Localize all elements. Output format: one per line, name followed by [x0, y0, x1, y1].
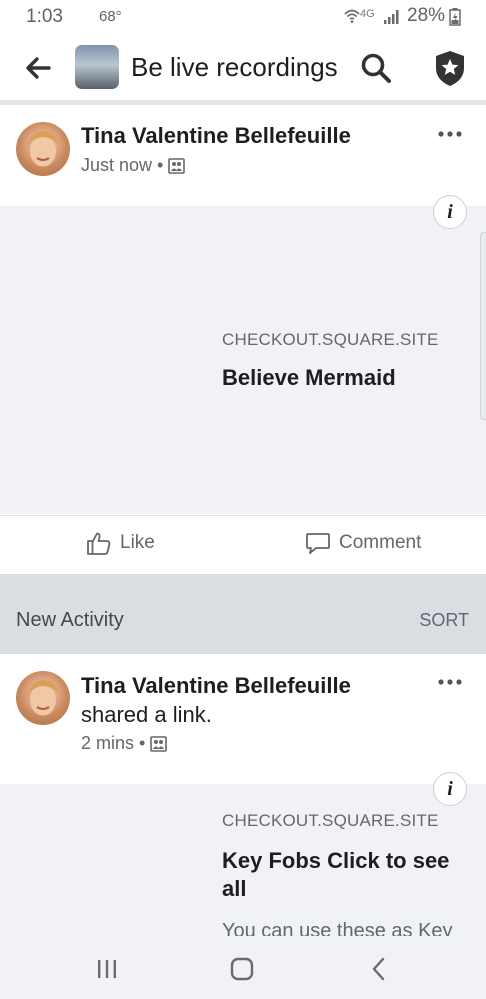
wifi-icon [344, 9, 360, 23]
group-avatar[interactable] [75, 45, 119, 89]
meta-separator: • [157, 155, 164, 175]
more-options-icon[interactable] [432, 124, 468, 144]
group-audience-icon [168, 157, 186, 174]
status-time: 1:03 [26, 6, 63, 27]
link-domain: CHECKOUT.SQUARE.SITE [222, 811, 439, 830]
new-activity-bar: New Activity SORT [0, 574, 486, 654]
shield-star-icon[interactable] [432, 48, 468, 88]
page-title: Be live recordings [131, 52, 338, 82]
comment-label: Comment [339, 532, 422, 553]
scroll-handle[interactable] [480, 232, 486, 420]
info-icon[interactable]: i [433, 772, 467, 806]
status-bar: 1:03 68° 4G 28% [0, 0, 486, 36]
more-options-icon[interactable] [432, 672, 468, 692]
battery-level: 28% [407, 5, 446, 26]
link-title[interactable]: Key Fobs Click to see all [222, 847, 472, 903]
header-divider [0, 100, 486, 105]
author-avatar[interactable] [16, 122, 70, 176]
link-preview-card[interactable]: CHECKOUT.SQUARE.SITE Key Fobs Click to s… [0, 784, 486, 936]
post-action-text: shared a link. [81, 702, 212, 727]
status-temperature: 68° [99, 8, 122, 25]
post-meta: Just now • [81, 155, 186, 176]
group-audience-icon [150, 735, 168, 752]
battery-icon [449, 8, 461, 26]
post-author[interactable]: Tina Valentine Bellefeuille [81, 673, 351, 699]
link-description: You can use these as Key [222, 920, 453, 936]
post-time[interactable]: 2 mins [81, 733, 134, 754]
sort-button[interactable]: SORT [419, 610, 469, 631]
section-title: New Activity [16, 609, 124, 631]
thumbs-up-icon [87, 532, 111, 555]
network-type: 4G [360, 8, 375, 20]
info-icon[interactable]: i [433, 195, 467, 229]
link-domain: CHECKOUT.SQUARE.SITE [222, 330, 439, 349]
meta-separator: • [139, 733, 146, 753]
post-meta: 2 mins • [81, 733, 168, 754]
post-author[interactable]: Tina Valentine Bellefeuille [81, 123, 351, 149]
recent-apps-icon[interactable] [92, 954, 122, 984]
post-time[interactable]: Just now [81, 155, 152, 176]
comment-button[interactable]: Comment [305, 530, 421, 556]
like-label: Like [120, 532, 155, 553]
home-icon[interactable] [227, 954, 257, 984]
link-preview-card[interactable]: CHECKOUT.SQUARE.SITE Believe Mermaid [0, 206, 486, 514]
signal-icon [384, 10, 399, 24]
link-title[interactable]: Believe Mermaid [222, 364, 472, 392]
post-actions: Like Comment [0, 515, 486, 574]
search-icon[interactable] [358, 50, 394, 86]
author-avatar[interactable] [16, 671, 70, 725]
system-nav-bar [0, 936, 486, 999]
back-arrow-icon[interactable] [22, 52, 54, 84]
comment-icon [306, 533, 330, 554]
back-chevron-icon[interactable] [364, 954, 394, 984]
like-button[interactable]: Like [86, 530, 155, 556]
